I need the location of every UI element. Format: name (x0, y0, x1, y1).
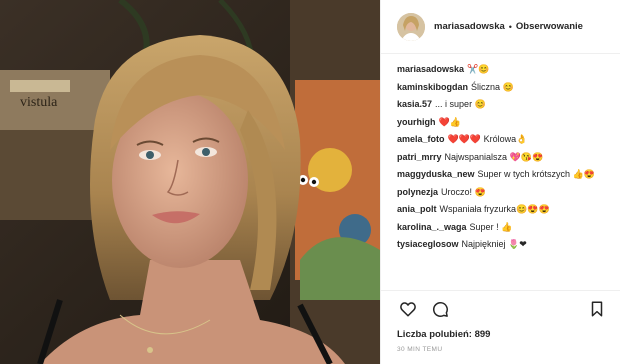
comment: mariasadowska ✂️😊 (397, 64, 606, 75)
comment-emoji-after: 😊😍😍 (516, 204, 550, 214)
likes-count[interactable]: Liczba polubień: 899 (381, 326, 620, 344)
comment: yourhigh ❤️👍 (397, 117, 606, 128)
poster-sign-text: vistula (20, 95, 58, 110)
comment-username[interactable]: maggyduska_new (397, 169, 475, 179)
comment-text: Królowa (483, 134, 517, 144)
comments-list: mariasadowska ✂️😊 kaminskibogdan Śliczna 😊… (381, 54, 620, 290)
comment-text: Super ! (469, 221, 499, 232)
instagram-post: vistula mariasadowska • Obserwowanie mar… (0, 0, 620, 364)
comment-emoji-after: 💖😘😍 (509, 151, 544, 162)
comment-username[interactable]: tysiaceglosow (397, 239, 459, 249)
comment-text: Najpiękniej (461, 239, 506, 249)
comment-username[interactable]: kasia.57 (397, 99, 432, 109)
comment-emoji-after: 😍 (474, 186, 486, 197)
portrait-illustration: vistula (0, 0, 380, 364)
comment-emoji-after: 👍😍 (572, 169, 595, 179)
heart-icon[interactable] (399, 300, 417, 318)
comment-username[interactable]: mariasadowska (397, 64, 464, 74)
author-avatar[interactable] (397, 12, 425, 41)
comment-text: Wspaniała fryzurka (439, 204, 517, 214)
header-separator: • (508, 21, 512, 32)
post-photo[interactable]: vistula (0, 0, 380, 364)
comment-emoji-after: 🌷❤ (508, 239, 527, 249)
comment: karolina_._waga Super ! 👍 (397, 222, 606, 233)
bookmark-icon[interactable] (588, 300, 606, 318)
comment-text: ... i super (435, 99, 473, 109)
comment-text: Uroczo! (441, 186, 473, 197)
comment-emoji: 😊 (502, 81, 514, 92)
following-button[interactable]: Obserwowanie (516, 21, 583, 32)
comment-text: Najwspanialsza (444, 151, 508, 162)
comment-username[interactable]: polynezja (397, 187, 438, 197)
comment-icon[interactable] (431, 300, 449, 318)
comment: maggyduska_new Super w tych krótszych 👍😍 (397, 169, 606, 180)
comment: kasia.57... i super 😊 (397, 99, 606, 110)
author-username[interactable]: mariasadowska (434, 21, 505, 32)
post-side-panel: mariasadowska • Obserwowanie mariasadows… (380, 0, 620, 364)
comment-text: Super w tych krótszych (477, 169, 571, 179)
comment-emoji-after: 👌 (516, 134, 528, 144)
comment-emoji: ✂️😊 (467, 64, 490, 74)
avatar-image (397, 12, 425, 41)
comment: kaminskibogdan Śliczna 😊 (397, 82, 606, 93)
comment-emoji: ❤️❤️❤️ (447, 134, 482, 144)
comment-emoji: 😊 (474, 99, 486, 109)
comment-emoji: ❤️👍 (438, 116, 461, 127)
comment-username[interactable]: yourhigh (397, 117, 436, 127)
post-timestamp[interactable]: 30 MIN TEMU (381, 344, 620, 364)
comment: patri_mrry Najwspanialsza 💖😘😍 (397, 152, 606, 163)
comment-username[interactable]: karolina_._waga (397, 222, 467, 232)
comment-username[interactable]: kaminskibogdan (397, 82, 468, 92)
comment: ania_polt Wspaniała fryzurka😊😍😍 (397, 204, 606, 215)
post-header: mariasadowska • Obserwowanie (381, 0, 620, 54)
comment: tysiaceglosow Najpiękniej 🌷❤ (397, 239, 606, 250)
comment-emoji-after: 👍 (501, 221, 513, 232)
comment: amela_foto ❤️❤️❤️ Królowa👌 (397, 134, 606, 145)
post-actions-bar (381, 290, 620, 326)
comment-username[interactable]: ania_polt (397, 204, 437, 214)
comment: polynezja Uroczo! 😍 (397, 187, 606, 198)
comment-text: Śliczna (471, 81, 501, 92)
comment-username[interactable]: patri_mrry (397, 152, 442, 162)
comment-username[interactable]: amela_foto (397, 134, 445, 144)
